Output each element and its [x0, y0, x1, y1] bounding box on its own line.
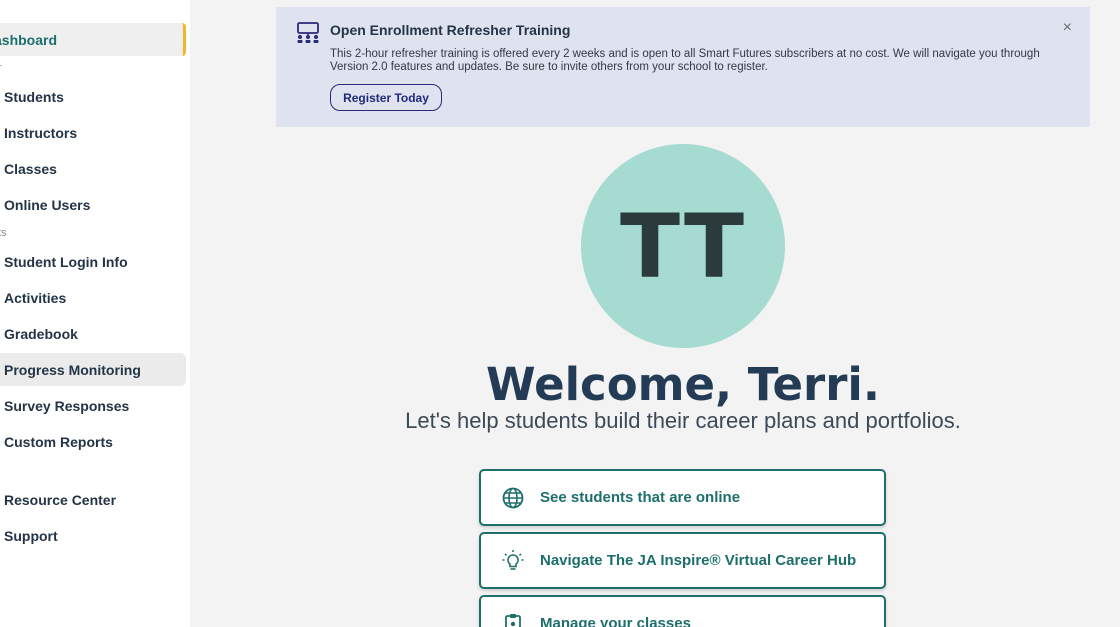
sidebar-item-label: Survey Responses: [4, 397, 130, 414]
see-online-students-button[interactable]: See students that are online: [479, 469, 886, 526]
sidebar-item-students[interactable]: Students: [0, 80, 186, 113]
register-today-button[interactable]: Register Today: [330, 84, 442, 111]
action-label: Manage your classes: [540, 615, 691, 627]
sidebar-item-label: Student Login Info: [4, 253, 128, 270]
sidebar-item-instructors[interactable]: Instructors: [0, 116, 186, 149]
sidebar: ashboard r Students Instructors Classes …: [0, 0, 190, 627]
lightbulb-icon: [502, 549, 524, 570]
sidebar-item-label: Classes: [4, 160, 57, 177]
sidebar-item-label: Gradebook: [4, 325, 78, 342]
page-title: Welcome, Terri.: [486, 358, 880, 411]
sidebar-item-label: Instructors: [4, 124, 78, 141]
sidebar-item-dashboard[interactable]: ashboard: [0, 23, 186, 56]
sidebar-item-label: Support: [4, 527, 58, 544]
close-icon[interactable]: ×: [1063, 19, 1072, 37]
sidebar-item-label: Students: [4, 88, 64, 105]
sidebar-item-activities[interactable]: Activities: [0, 281, 186, 314]
sidebar-item-custom-reports[interactable]: Custom Reports: [0, 425, 186, 458]
banner-description: This 2-hour refresher training is offere…: [330, 48, 1040, 73]
sidebar-item-online-users[interactable]: Online Users: [0, 188, 186, 221]
welcome-heading-wrap: Welcome, Terri.: [276, 358, 1090, 411]
sidebar-item-label: Custom Reports: [4, 433, 113, 450]
action-label: Navigate The JA Inspire® Virtual Career …: [540, 552, 857, 569]
page-subtitle: Let's help students build their career p…: [405, 408, 961, 433]
sidebar-item-label: Online Users: [4, 196, 91, 213]
avatar: TT: [581, 144, 785, 348]
sidebar-item-resource-center[interactable]: Resource Center: [0, 483, 186, 516]
avatar-initials: TT: [619, 194, 747, 298]
globe-icon: [502, 487, 524, 508]
section-label: ts: [0, 227, 7, 239]
banner-title: Open Enrollment Refresher Training: [330, 22, 571, 38]
sidebar-item-progress-monitoring[interactable]: Progress Monitoring: [0, 353, 186, 386]
training-banner: Open Enrollment Refresher Training This …: [276, 7, 1090, 127]
sidebar-item-label: ashboard: [0, 31, 58, 48]
sidebar-item-student-login-info[interactable]: Student Login Info: [0, 245, 186, 278]
sidebar-item-survey-responses[interactable]: Survey Responses: [0, 389, 186, 422]
presentation-icon: [297, 22, 319, 43]
section-label: r: [0, 62, 2, 74]
sidebar-item-label: Resource Center: [4, 491, 117, 508]
manage-classes-button[interactable]: Manage your classes: [479, 595, 886, 627]
sidebar-item-label: Activities: [4, 289, 67, 306]
sidebar-item-classes[interactable]: Classes: [0, 152, 186, 185]
action-label: See students that are online: [540, 489, 741, 506]
sidebar-item-support[interactable]: Support: [0, 519, 186, 552]
sidebar-item-label: Progress Monitoring: [4, 361, 141, 378]
clipboard-icon: [505, 613, 521, 627]
sidebar-item-gradebook[interactable]: Gradebook: [0, 317, 186, 350]
virtual-career-hub-button[interactable]: Navigate The JA Inspire® Virtual Career …: [479, 532, 886, 589]
